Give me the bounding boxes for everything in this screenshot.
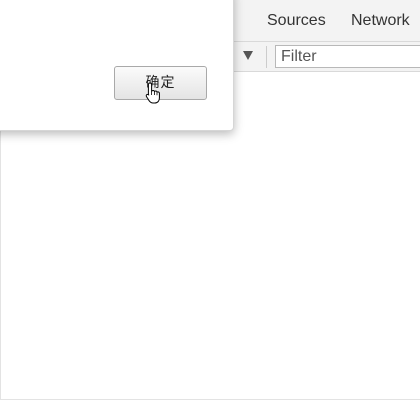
screen: e Sources Network 确定	[0, 0, 420, 400]
alert-dialog: 确定	[0, 0, 234, 131]
toolbar-divider	[266, 46, 267, 68]
ok-button[interactable]: 确定	[114, 66, 207, 100]
filter-input[interactable]	[275, 45, 420, 68]
triangle-down-icon[interactable]	[241, 48, 255, 62]
tab-network[interactable]: Network	[351, 0, 410, 42]
tab-sources[interactable]: Sources	[267, 0, 326, 42]
